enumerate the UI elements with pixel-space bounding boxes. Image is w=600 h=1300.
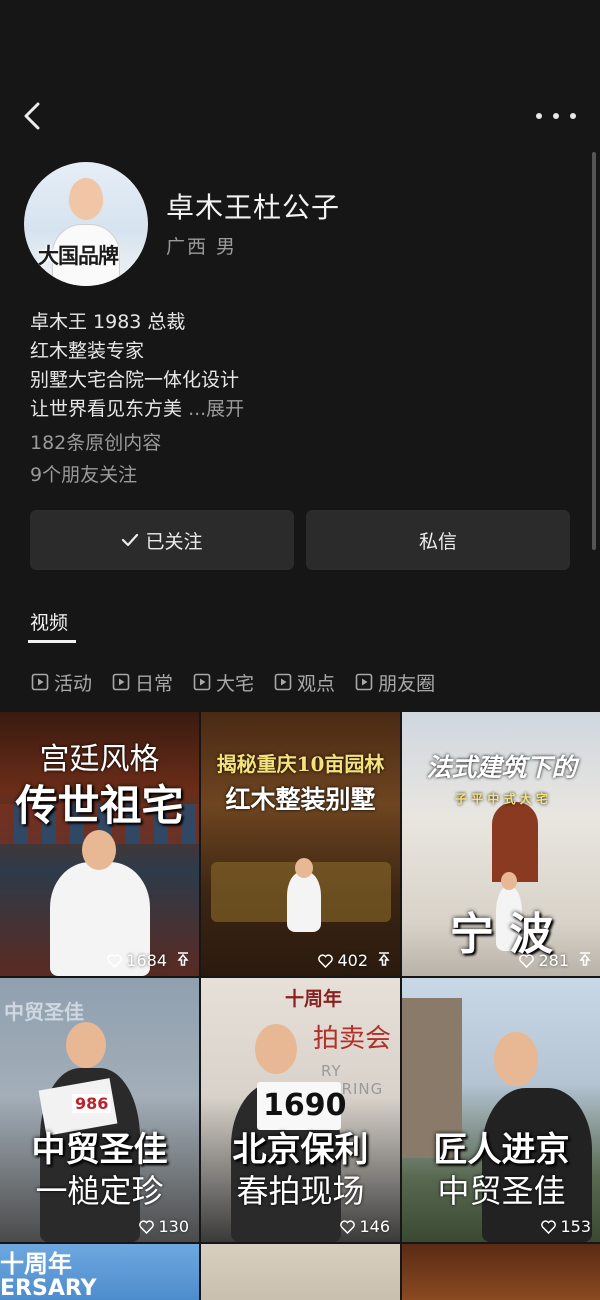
video-title: 匠人进京 [433,1130,570,1170]
video-title-top: 揭秘重庆10亩园林 [216,752,385,776]
bio-line: 红木整装专家 [30,340,145,362]
chip-mansion[interactable]: 大宅 [193,668,254,696]
heart-icon [318,953,334,968]
playlist-icon [274,673,292,691]
collection-chips: 活动 日常 大宅 观点 朋友圈 [31,668,455,696]
heart-icon [519,953,535,968]
heart-icon [107,953,123,968]
profile-name: 卓木王杜公子 [166,191,341,224]
playlist-icon [112,673,130,691]
video-bg-text: 拍卖会 [313,1024,392,1054]
chip-activity[interactable]: 活动 [31,668,92,696]
avatar[interactable]: 大国品牌 [24,162,148,286]
followed-label: 已关注 [145,530,203,553]
chevron-left-icon[interactable] [18,98,48,134]
check-icon [122,533,139,547]
chip-label: 大宅 [216,672,255,695]
like-count: 153 [541,1217,591,1236]
tab-videos[interactable]: 视频 [30,608,68,635]
pin-icon [378,952,390,966]
chip-label: 日常 [135,672,174,695]
like-count: 402 [318,951,368,970]
chip-label: 观点 [297,672,336,695]
scrollbar[interactable] [592,152,596,550]
video-bg-text: 中贸圣佳 [4,1000,84,1024]
chip-opinion[interactable]: 观点 [274,668,335,696]
video-title: 红木整装别墅 [225,785,376,814]
more-dots-icon[interactable] [536,102,576,130]
video-bg-text: 十周年 [0,1250,72,1278]
followed-button[interactable]: 已关注 [30,510,294,570]
video-thumbnail[interactable]: 十周年 拍卖会 RY SPRING 1690 北京保利 春拍现场 146 [201,978,400,1242]
video-thumbnail[interactable]: 匠人进京 中贸圣佳 153 [402,978,600,1242]
video-thumbnail[interactable] [201,1244,400,1300]
chip-label: 活动 [54,672,93,695]
video-subtitle: 中贸圣佳 [437,1172,566,1210]
chip-daily[interactable]: 日常 [112,668,173,696]
heart-icon [139,1219,155,1234]
pin-icon [177,952,189,966]
video-thumbnail[interactable]: 十周年 ERSARY [0,1244,199,1300]
like-count-value: 1684 [126,951,167,970]
heart-icon [541,1219,557,1234]
bio-line: 别墅大宅合院一体化设计 [30,369,240,391]
video-title: 宁 波 [449,909,554,960]
auction-paddle-number: 1690 [263,1088,347,1123]
video-title: 传世祖宅 [15,781,184,830]
video-thumbnail[interactable]: 中贸圣佳 986 中贸圣佳 一槌定珍 130 [0,978,199,1242]
video-title: 北京保利 [232,1130,369,1170]
original-content-count[interactable]: 182条原创内容 [30,428,161,455]
message-label: 私信 [418,530,457,553]
like-count: 1684 [107,951,167,970]
pin-icon [579,952,591,966]
expand-link[interactable]: ...展开 [188,398,244,420]
chip-label: 朋友圈 [378,672,436,695]
video-thumbnail[interactable]: 揭秘重庆10亩园林 红木整装别墅 402 [201,712,400,976]
playlist-icon [31,673,49,691]
playlist-icon [193,673,211,691]
like-count-value: 146 [359,1217,390,1236]
auction-paddle-number: 986 [72,1094,112,1113]
video-thumbnail[interactable] [402,1244,600,1300]
playlist-icon [355,673,373,691]
like-count: 146 [340,1217,390,1236]
bio-line: 让世界看见东方美 [30,398,183,420]
video-title: 中贸圣佳 [31,1130,168,1170]
chip-friends-circle[interactable]: 朋友圈 [355,668,435,696]
like-count-value: 130 [158,1217,189,1236]
like-count-value: 402 [337,951,368,970]
like-count: 281 [519,951,569,970]
profile-bio: 卓木王 1983 总裁 红木整装专家 别墅大宅合院一体化设计 让世界看见东方美 … [30,308,244,424]
like-count-value: 281 [538,951,569,970]
profile-location: 广西 男 [166,236,238,258]
avatar-logo-text: 大国品牌 [38,243,119,268]
video-thumbnail[interactable]: 法式建筑下的 子 平 中 式 大 宅 宁 波 281 [402,712,600,976]
like-count-value: 153 [560,1217,591,1236]
video-subtitle: 子 平 中 式 大 宅 [455,792,548,806]
video-thumbnail[interactable]: 宫廷风格 传世祖宅 1684 [0,712,199,976]
heart-icon [340,1219,356,1234]
like-count: 130 [139,1217,189,1236]
video-subtitle: 一槌定珍 [35,1172,164,1210]
video-title-top: 法式建筑下的 [426,753,577,782]
bio-line: 卓木王 1983 总裁 [30,311,186,333]
video-subtitle: 春拍现场 [236,1172,365,1210]
message-button[interactable]: 私信 [306,510,570,570]
top-bar [0,0,600,150]
tab-underline [28,640,76,643]
friends-following[interactable]: 9个朋友关注 [30,460,137,487]
video-bg-text: ERSARY [0,1276,97,1300]
video-bg-text: 十周年 [285,988,343,1010]
